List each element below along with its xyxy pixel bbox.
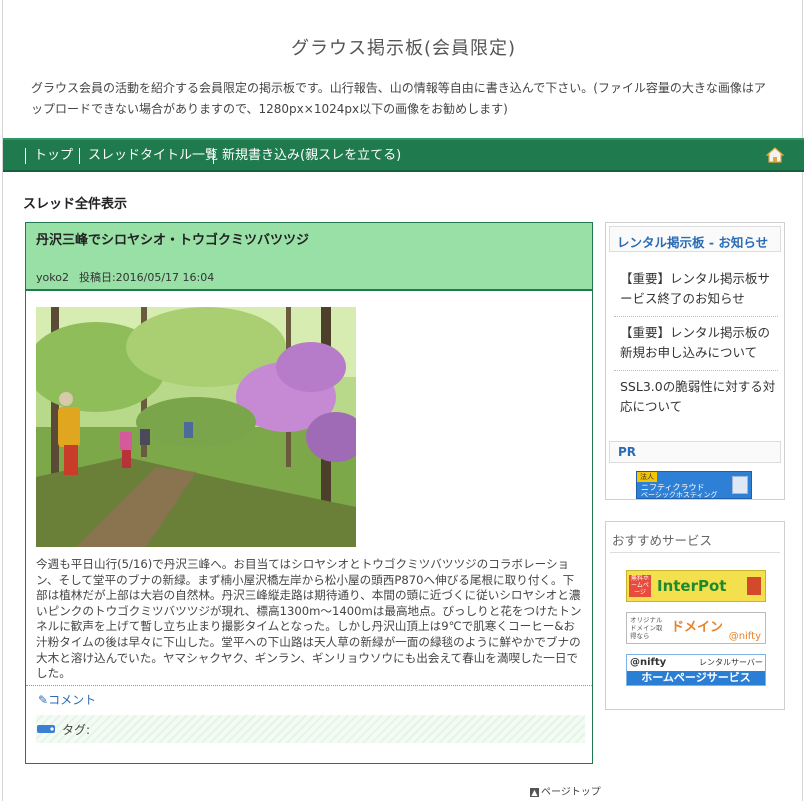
tag-row: タグ: — [36, 715, 585, 743]
nav-thread-list[interactable]: スレッドタイトル一覧 — [79, 148, 218, 164]
site-title[interactable]: グラウス掲示板(会員限定) — [3, 34, 804, 60]
pr-heading: PR — [618, 445, 637, 459]
page-frame: グラウス掲示板(会員限定) グラウス会員の活動を紹介する会員限定の掲示板です。山… — [2, 0, 804, 801]
post-body: 今週も平日山行(5/16)で丹沢三峰へ。お目当てはシロヤシオとトウゴクミツバツツ… — [36, 557, 582, 681]
interpot-sub: 無料ホームページ — [629, 575, 651, 597]
arrow-up-icon: ▲ — [530, 787, 539, 797]
domain-sub: オリジナルドメイン取得なら — [630, 616, 663, 640]
post-photo[interactable] — [36, 307, 356, 547]
recommend-box: おすすめサービス 無料ホームページ InterPot オリジナルドメイン取得なら… — [605, 521, 785, 710]
thread-post: 丹沢三峰でシロヤシオ・トウゴクミツバツツジ yoko2 投稿日:2016/05/1… — [25, 222, 593, 764]
post-date: 投稿日:2016/05/17 16:04 — [78, 271, 215, 284]
tag-label: タグ: — [62, 723, 91, 737]
site-description: グラウス会員の活動を紹介する会員限定の掲示板です。山行報告、山の情報等自由に書き… — [31, 81, 766, 116]
homepage-label: ホームページサービス — [627, 671, 765, 685]
notice-link-3[interactable]: SSL3.0の脆弱性に対する対応について — [620, 377, 776, 417]
post-divider — [26, 685, 592, 686]
notice-box: レンタル掲示板 - お知らせ 【重要】レンタル掲示板サービス終了のお知らせ 【重… — [605, 222, 785, 500]
pencil-icon: ✎ — [38, 693, 49, 707]
house-icon — [747, 577, 761, 595]
section-heading: スレッド全件表示 — [23, 197, 128, 212]
pr-heading-box: PR — [609, 441, 781, 463]
post-author: yoko2 — [36, 271, 69, 284]
notice-heading-box: レンタル掲示板 - お知らせ — [609, 226, 781, 252]
interpot-label: InterPot — [657, 577, 727, 595]
nav-top[interactable]: トップ — [25, 148, 73, 164]
nav-new-post[interactable]: 新規書き込み(親スレを立てる) — [213, 148, 401, 164]
home-icon[interactable] — [766, 147, 784, 163]
notice-link-1[interactable]: 【重要】レンタル掲示板サービス終了のお知らせ — [620, 269, 776, 309]
page-top-link[interactable]: ▲ ページトップ — [530, 783, 601, 798]
homepage-brand: @nifty — [630, 657, 667, 668]
homepage-sub: レンタルサーバー — [699, 658, 763, 667]
divider — [610, 552, 780, 553]
notice-heading: レンタル掲示板 - お知らせ — [617, 235, 769, 250]
domain-label: ドメイン — [671, 620, 724, 635]
interpot-banner[interactable]: 無料ホームページ InterPot — [626, 570, 766, 602]
main-nav: トップ スレッドタイトル一覧 新規書き込み(親スレを立てる) — [3, 138, 804, 172]
domain-banner[interactable]: オリジナルドメイン取得なら ドメイン @nifty — [626, 612, 766, 644]
pr-banner[interactable]: 法人 ニフティクラウド ベーシックホスティング — [636, 471, 752, 499]
post-header: 丹沢三峰でシロヤシオ・トウゴクミツバツツジ yoko2 投稿日:2016/05/1… — [26, 223, 592, 291]
divider — [614, 370, 778, 371]
comment-link[interactable]: ✎コメント — [38, 691, 96, 708]
homepage-service-banner[interactable]: @nifty レンタルサーバー ホームページサービス — [626, 654, 766, 686]
pr-banner-tag: 法人 — [637, 472, 657, 482]
domain-brand: @nifty — [728, 631, 761, 642]
tag-icon — [37, 725, 55, 733]
server-icon — [732, 476, 748, 494]
pr-banner-line2: ベーシックホスティング — [641, 491, 718, 499]
post-meta: yoko2 投稿日:2016/05/17 16:04 — [36, 269, 224, 285]
post-title: 丹沢三峰でシロヤシオ・トウゴクミツバツツジ — [36, 233, 310, 248]
recommend-heading: おすすめサービス — [612, 533, 713, 548]
divider — [614, 316, 778, 317]
notice-link-2[interactable]: 【重要】レンタル掲示板の新規お申し込みについて — [620, 323, 776, 363]
